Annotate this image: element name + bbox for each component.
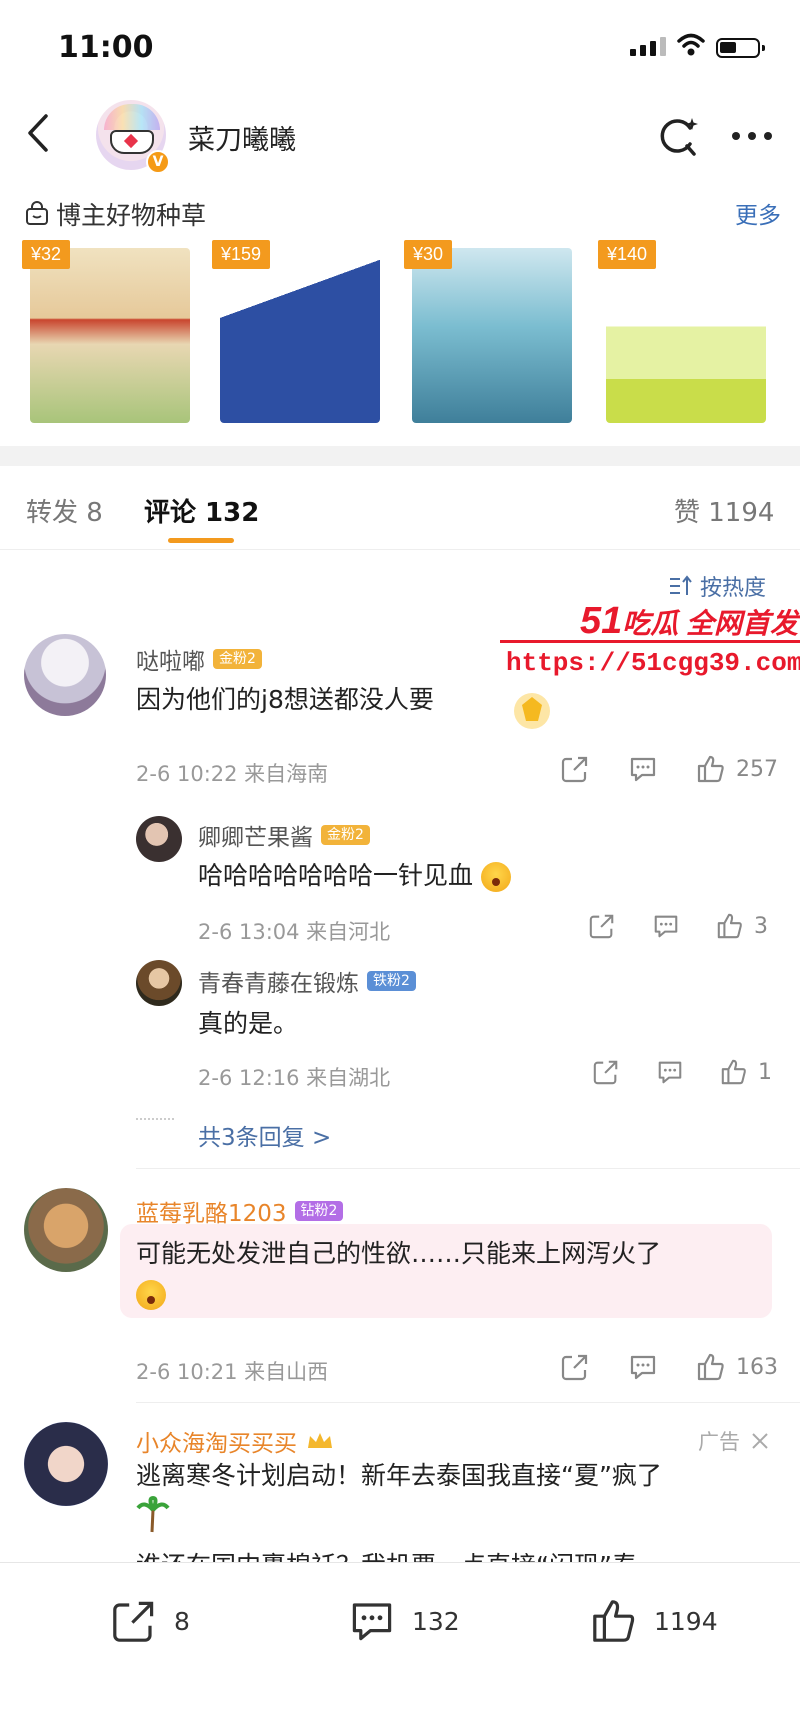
share-icon[interactable]: [588, 912, 616, 940]
reply-avatar[interactable]: [136, 816, 182, 862]
reply-name[interactable]: 青春青藤在锻炼 铁粉2: [198, 964, 416, 998]
close-icon[interactable]: [750, 1431, 770, 1451]
comment-meta: 2-6 10:21 来自山西: [136, 1360, 329, 1384]
thumb-up-icon: [697, 755, 724, 783]
comment-text: 可能无处发泄自己的性欲……只能来上网泻火了: [136, 1234, 756, 1314]
share-icon[interactable]: [592, 1058, 620, 1086]
fan-badge: 钻粉2: [294, 1201, 344, 1221]
goods-section-title: 博主好物种草: [24, 196, 206, 232]
like-button[interactable]: 3: [716, 912, 768, 940]
comment-icon: [352, 1603, 392, 1641]
search-icon[interactable]: [656, 114, 700, 158]
comment-text: 因为他们的j8想送都没人要: [136, 685, 434, 714]
commenter-name[interactable]: 哒啦嘟 金粉2: [136, 642, 262, 676]
status-bar: 11:00: [0, 0, 800, 90]
thumb-up-icon: [717, 913, 742, 939]
reply-text: 哈哈哈哈哈哈哈一针见血: [198, 856, 511, 896]
reply-actions: 3: [588, 912, 768, 940]
detail-tabs: 转发 8 评论 132 赞 1194: [0, 466, 800, 550]
sort-toggle[interactable]: 按热度: [668, 570, 766, 602]
reply-avatar[interactable]: [136, 960, 182, 1006]
reply-name[interactable]: 卿卿芒果酱 金粉2: [198, 818, 370, 852]
wifi-icon: [677, 33, 705, 56]
goods-image: [220, 248, 380, 423]
active-tab-indicator: [168, 538, 234, 543]
tab-like[interactable]: 赞 1194: [674, 492, 774, 529]
battery-icon: [716, 38, 765, 58]
thumb-up-icon: [593, 1600, 635, 1642]
commenter-avatar[interactable]: [24, 1188, 108, 1272]
author-avatar[interactable]: V: [96, 100, 170, 174]
signal-icon: [630, 36, 666, 56]
fan-badge: 铁粉2: [367, 971, 416, 991]
reply-icon[interactable]: [628, 754, 658, 784]
comment-meta: 2-6 10:22 来自海南: [136, 762, 329, 786]
goods-image: [412, 248, 572, 423]
top-nav: V 菜刀曦曦: [0, 90, 800, 180]
status-time: 11:00: [58, 30, 154, 65]
goods-item[interactable]: ¥32: [22, 240, 192, 425]
crying-emoji-icon: [136, 1280, 166, 1310]
reply-icon[interactable]: [628, 1352, 658, 1382]
goods-price: ¥32: [22, 240, 71, 269]
reply-actions: 1: [592, 1058, 772, 1086]
like-button[interactable]: 163: [696, 1352, 778, 1382]
tab-repost[interactable]: 转发 8: [26, 492, 103, 529]
share-icon: [113, 1601, 154, 1642]
goods-item[interactable]: ¥30: [404, 240, 574, 425]
repost-button[interactable]: 8: [110, 1597, 190, 1645]
verified-badge-icon: V: [146, 150, 170, 174]
goods-image: [30, 248, 190, 423]
comment-divider: [136, 1168, 800, 1169]
commenter-name[interactable]: 蓝莓乳酪1203 钻粉2: [136, 1194, 344, 1228]
commenter-avatar[interactable]: [24, 634, 106, 716]
watermark: 51吃瓜 全网首发 https://51cgg39.com: [500, 600, 800, 690]
goods-price: ¥140: [598, 240, 657, 269]
like-button[interactable]: 1194: [590, 1597, 718, 1645]
like-button[interactable]: 257: [696, 754, 778, 784]
laugh-cry-emoji-icon: [480, 862, 511, 892]
author-name[interactable]: 菜刀曦曦: [188, 118, 296, 157]
tab-comment[interactable]: 评论 132: [144, 492, 259, 529]
palm-tree-icon: [136, 1495, 170, 1533]
goods-item[interactable]: ¥140: [598, 240, 768, 425]
back-arrow-icon[interactable]: [20, 110, 60, 156]
ad-label: 广告: [698, 1426, 770, 1456]
reply-meta: 2-6 12:16 来自湖北: [198, 1066, 391, 1090]
goods-price: ¥159: [212, 240, 271, 269]
share-icon[interactable]: [560, 1352, 590, 1382]
sort-icon: [670, 575, 692, 595]
goods-carousel: ¥32 ¥159 ¥30 ¥140: [22, 240, 800, 430]
like-button[interactable]: 1: [720, 1058, 772, 1086]
commenter-name[interactable]: 小众海淘买买买: [136, 1424, 335, 1458]
thumb-up-icon: [697, 1353, 724, 1381]
fan-badge: 金粉2: [321, 825, 370, 845]
reply-text: 真的是。: [198, 1009, 299, 1038]
comment-divider: [136, 1402, 800, 1403]
share-icon[interactable]: [560, 754, 590, 784]
reply-meta: 2-6 13:04 来自河北: [198, 920, 391, 944]
comment-actions: 163: [560, 1352, 778, 1382]
goods-image: [606, 248, 766, 423]
crown-icon: [308, 1433, 332, 1448]
reply-icon[interactable]: [652, 912, 680, 940]
reply-icon[interactable]: [656, 1058, 684, 1086]
dotted-line: [136, 1118, 174, 1120]
comment-button[interactable]: 132: [348, 1597, 460, 1645]
comment-actions: 257: [560, 754, 778, 784]
gold-medal-icon: [514, 693, 550, 729]
thumb-up-icon: [721, 1059, 746, 1085]
goods-price: ¥30: [404, 240, 453, 269]
section-divider: [0, 446, 800, 466]
fan-badge: 金粉2: [213, 649, 262, 669]
more-replies-link[interactable]: 共3条回复 >: [198, 1118, 331, 1152]
more-icon[interactable]: [728, 114, 776, 158]
goods-more-link[interactable]: 更多: [735, 196, 781, 230]
goods-item[interactable]: ¥159: [212, 240, 382, 425]
bottom-action-bar: 8 132 1194: [0, 1562, 800, 1732]
commenter-avatar[interactable]: [24, 1422, 108, 1506]
bag-icon: [26, 201, 48, 225]
